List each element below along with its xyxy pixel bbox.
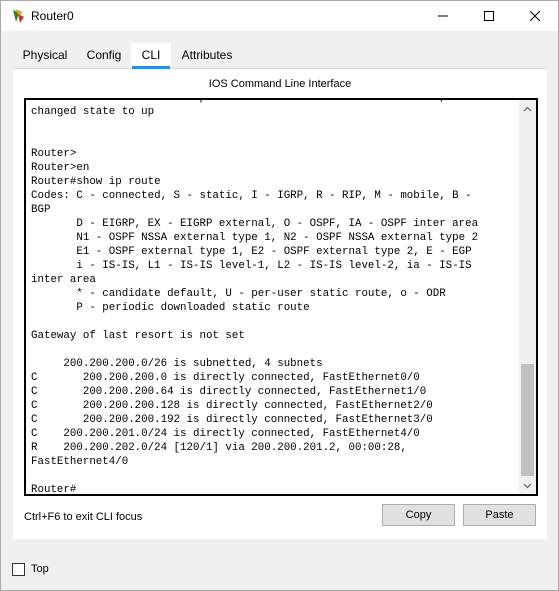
- copy-button[interactable]: Copy: [382, 504, 455, 526]
- maximize-icon: [484, 11, 494, 21]
- paste-button[interactable]: Paste: [463, 504, 536, 526]
- tab-physical[interactable]: Physical: [13, 43, 77, 68]
- terminal-output[interactable]: %LINEPROTO-5-UPDOWN: Line protocol on In…: [31, 100, 515, 494]
- close-icon: [530, 11, 540, 21]
- cli-panel: IOS Command Line Interface %LINEPROTO-5-…: [13, 69, 547, 539]
- terminal-scrollbar[interactable]: [519, 100, 536, 494]
- tab-config[interactable]: Config: [79, 43, 129, 68]
- scroll-thumb[interactable]: [521, 364, 534, 476]
- tab-bar: Physical Config CLI Attributes: [13, 43, 547, 69]
- close-button[interactable]: [512, 1, 558, 31]
- minimize-icon: [438, 15, 448, 17]
- title-bar[interactable]: Router0: [1, 1, 558, 31]
- scroll-up-button[interactable]: [519, 100, 536, 117]
- top-checkbox-label: Top: [31, 563, 49, 575]
- chevron-down-icon: [523, 483, 532, 488]
- maximize-button[interactable]: [466, 1, 512, 31]
- cli-header: IOS Command Line Interface: [208, 78, 352, 90]
- scroll-down-button[interactable]: [519, 477, 536, 494]
- tab-cli[interactable]: CLI: [131, 43, 171, 69]
- router-window: Router0 Physical Config CLI Attributes I…: [0, 0, 559, 591]
- chevron-up-icon: [523, 106, 532, 111]
- tab-attributes[interactable]: Attributes: [173, 43, 241, 68]
- router-app-icon: [10, 8, 26, 24]
- window-title: Router0: [31, 9, 74, 23]
- cli-terminal[interactable]: %LINEPROTO-5-UPDOWN: Line protocol on In…: [24, 98, 538, 496]
- top-checkbox[interactable]: [12, 563, 25, 576]
- minimize-button[interactable]: [420, 1, 466, 31]
- cli-focus-hint: Ctrl+F6 to exit CLI focus: [24, 511, 143, 523]
